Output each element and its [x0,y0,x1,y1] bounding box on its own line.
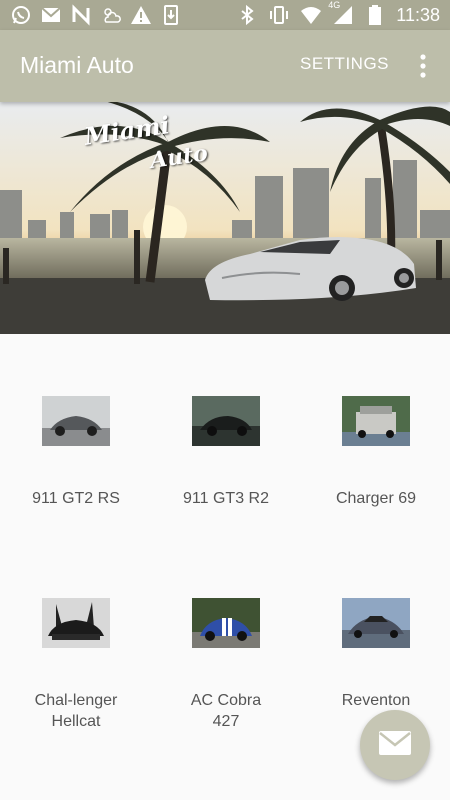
car-card-reventon[interactable]: Reventon [300,536,450,736]
app-title: Miami Auto [20,52,134,78]
hero-banner: Miami Auto [0,102,450,334]
car-label: 911 GT2 RS [32,490,120,507]
car-thumbnail [42,396,110,446]
car-card-ac-cobra-427[interactable]: AC Cobra 427 [150,536,300,736]
n-app-icon [70,4,92,26]
mail-fab-button[interactable] [360,710,430,780]
hero-image [0,102,450,334]
car-thumbnail [192,396,260,446]
car-thumbnail [342,396,410,446]
car-card-challenger-hellcat[interactable]: Chal-lenger Hellcat [0,536,150,736]
car-label: Charger 69 [335,490,417,507]
mail-icon [378,730,412,761]
vibrate-icon [268,4,290,26]
weather-icon [100,4,122,26]
car-card-911-gt2-rs[interactable]: 911 GT2 RS [0,334,150,534]
car-card-charger-69[interactable]: Charger 69 [300,334,450,534]
network-type: 4G [328,0,341,10]
whatsapp-icon [10,4,32,26]
car-thumbnail [342,598,410,648]
car-label: Reventon [341,692,411,709]
signal-icon: 4G [328,0,354,26]
gmail-icon [40,4,62,26]
car-label: 911 GT3 R2 [183,490,269,507]
app-bar: Miami Auto SETTINGS [0,30,450,102]
car-label: Chal-lenger Hellcat [34,692,118,730]
settings-button[interactable]: SETTINGS [300,54,389,74]
car-thumbnail [42,598,110,648]
car-thumbnail [192,598,260,648]
bluetooth-icon [236,4,258,26]
more-vert-icon[interactable] [408,46,438,86]
wifi-icon [300,4,322,26]
download-icon [160,4,182,26]
battery-icon [364,4,386,26]
clock: 11:38 [396,5,440,25]
car-label: AC Cobra 427 [190,692,262,730]
warning-icon [130,4,152,26]
car-card-911-gt3-r2[interactable]: 911 GT3 R2 [150,334,300,534]
status-bar: 4G 11:38 [0,0,450,30]
